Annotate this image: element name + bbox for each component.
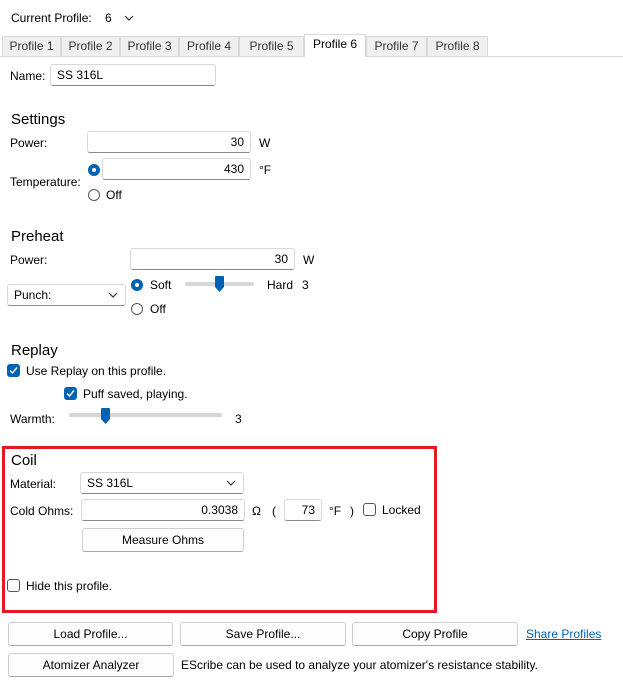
analyzer-description: EScribe can be used to analyze your atom… [181,658,538,672]
checkmark-icon [66,390,75,398]
settings-power-label: Power: [10,136,48,150]
material-select[interactable]: SS 316L [80,472,244,494]
copy-profile-button[interactable]: Copy Profile [352,622,518,646]
soft-radio[interactable] [131,279,143,291]
cold-ohms-field[interactable]: 0.3038 [81,499,245,521]
name-label: Name: [10,69,46,83]
warmth-slider-thumb[interactable] [101,408,110,424]
locked-label: Locked [382,503,421,517]
puff-saved-checkbox[interactable] [64,387,77,400]
preheat-off-radio[interactable] [131,303,143,315]
temperature-off-label: Off [106,188,122,202]
coil-temp-field[interactable]: 73 [284,499,322,521]
soft-label: Soft [150,278,172,292]
temperature-off-radio[interactable] [88,189,100,201]
hard-label: Hard [267,278,294,292]
locked-checkbox[interactable] [363,503,376,516]
chevron-down-icon [124,15,134,21]
chevron-down-icon [226,480,236,486]
save-profile-button[interactable]: Save Profile... [180,622,346,646]
hide-profile-label: Hide this profile. [26,579,113,593]
coil-heading: Coil [11,452,37,469]
cold-ohms-label: Cold Ohms: [10,504,74,518]
material-label: Material: [10,477,57,491]
use-replay-label: Use Replay on this profile. [26,364,167,378]
tab-profile-1[interactable]: Profile 1 [2,36,61,56]
atomizer-analyzer-button[interactable]: Atomizer Analyzer [8,653,174,677]
material-value: SS 316L [87,476,134,490]
settings-power-unit: W [259,136,271,150]
current-profile-select[interactable]: 6 [98,7,142,29]
tab-profile-7[interactable]: Profile 7 [366,36,427,56]
punch-label: Punch: [14,288,52,302]
tab-profile-4[interactable]: Profile 4 [179,36,239,56]
measure-ohms-button[interactable]: Measure Ohms [82,528,244,552]
coil-temp-unit: °F [329,504,342,518]
load-profile-button[interactable]: Load Profile... [8,622,173,646]
current-profile-value: 6 [105,11,112,25]
open-paren: ( [272,504,276,518]
settings-heading: Settings [11,111,66,128]
puff-saved-label: Puff saved, playing. [83,387,188,401]
current-profile-label: Current Profile: [11,11,92,25]
punch-select[interactable]: Punch: [7,284,126,306]
preheat-heading: Preheat [11,228,64,245]
preheat-power-unit: W [303,253,315,267]
preheat-off-label: Off [150,302,166,316]
warmth-value: 3 [235,412,242,426]
temperature-label: Temperature: [10,175,81,189]
share-profiles-link[interactable]: Share Profiles [526,627,601,641]
tab-profile-5[interactable]: Profile 5 [239,36,304,56]
chevron-down-icon [108,292,118,298]
temperature-unit: °F [259,163,272,177]
warmth-label: Warmth: [10,412,55,426]
name-field[interactable]: SS 316L [50,64,216,86]
replay-heading: Replay [11,342,58,359]
punch-slider-thumb[interactable] [215,276,224,292]
close-paren: ) [350,504,354,518]
tab-profile-2[interactable]: Profile 2 [61,36,120,56]
punch-slider-value: 3 [302,278,309,292]
hide-profile-checkbox[interactable] [7,579,20,592]
tab-profile-6[interactable]: Profile 6 [304,34,366,57]
preheat-power-field[interactable]: 30 [130,248,295,270]
ohm-symbol: Ω [252,504,261,518]
use-replay-checkbox[interactable] [7,364,20,377]
temperature-radio[interactable] [88,164,100,176]
checkmark-icon [9,367,18,375]
warmth-slider-track[interactable] [69,413,222,417]
preheat-power-label: Power: [10,253,48,267]
settings-power-field[interactable]: 30 [87,131,251,153]
tab-profile-8[interactable]: Profile 8 [427,36,488,56]
tab-profile-3[interactable]: Profile 3 [120,36,179,56]
temperature-field[interactable]: 430 [102,158,251,180]
